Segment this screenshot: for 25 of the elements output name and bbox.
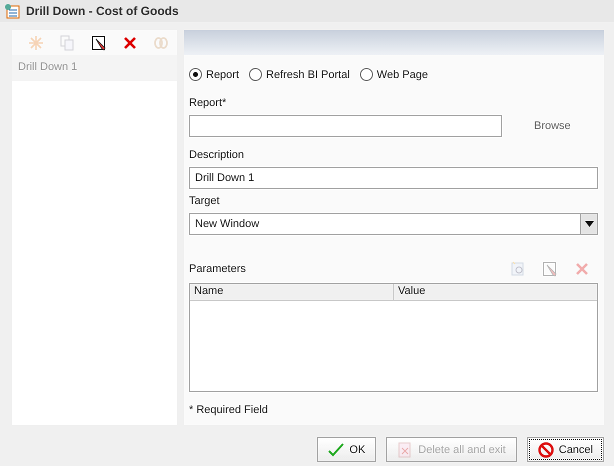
cancel-button[interactable]: Cancel bbox=[526, 437, 604, 462]
column-header[interactable]: Name bbox=[190, 284, 393, 300]
dropdown-arrow-icon bbox=[584, 221, 594, 227]
section-label: Parameters bbox=[189, 263, 247, 275]
radio-button[interactable] bbox=[249, 68, 262, 81]
description-field[interactable]: Drill Down 1 bbox=[189, 167, 598, 189]
document-icon bbox=[397, 442, 414, 458]
radio-label: Report bbox=[206, 68, 240, 80]
field-label: Description bbox=[189, 149, 246, 161]
field-label: Report* bbox=[189, 97, 228, 109]
radio-label: Refresh BI Portal bbox=[266, 68, 350, 80]
radio-button[interactable] bbox=[189, 68, 202, 81]
column-header[interactable]: Value bbox=[393, 284, 597, 300]
window-title: Drill Down - Cost of Goods bbox=[26, 4, 179, 18]
app-icon bbox=[4, 3, 20, 19]
radio-button[interactable] bbox=[360, 68, 373, 81]
field-label: Target bbox=[189, 195, 221, 207]
browse-link[interactable]: Browse bbox=[534, 120, 571, 132]
radio-label: Web Page bbox=[376, 68, 428, 80]
no-entry-icon bbox=[538, 442, 554, 458]
target-dropdown[interactable]: New Window bbox=[189, 213, 598, 235]
ok-button[interactable]: OK bbox=[317, 437, 376, 462]
checkmark-icon bbox=[328, 442, 344, 458]
report-field[interactable] bbox=[189, 115, 502, 137]
required-note: * Required Field bbox=[189, 404, 269, 416]
